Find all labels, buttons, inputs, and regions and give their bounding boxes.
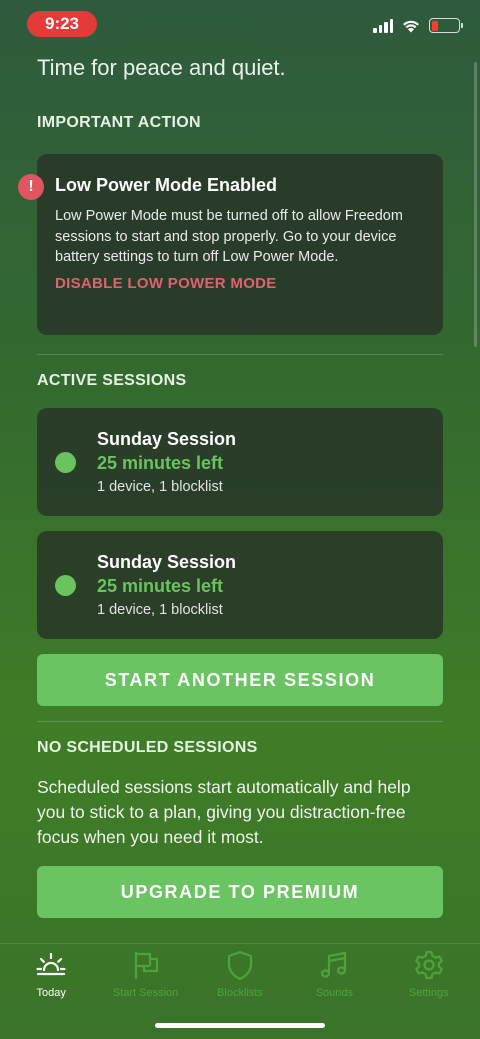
tagline: Time for peace and quiet.	[37, 55, 286, 80]
no-scheduled-sessions-title: NO SCHEDULED SESSIONS	[37, 739, 258, 756]
music-note-icon	[321, 951, 347, 978]
alert-icon: !	[18, 174, 44, 200]
session-card[interactable]: Sunday Session 25 minutes left 1 device,…	[37, 531, 443, 639]
wifi-icon	[403, 20, 419, 33]
session-active-indicator	[55, 574, 76, 596]
home-indicator[interactable]	[155, 1023, 325, 1028]
important-action-title: IMPORTANT ACTION	[37, 114, 201, 131]
scrollbar[interactable]	[474, 62, 477, 347]
active-sessions-title: ACTIVE SESSIONS	[37, 372, 187, 389]
main-content: Time for peace and quiet. IMPORTANT ACTI…	[18, 48, 443, 918]
divider	[37, 354, 443, 355]
tab-label: Today	[36, 987, 66, 999]
status-time[interactable]: 9:23	[27, 11, 97, 37]
disable-low-power-link[interactable]: DISABLE LOW POWER MODE	[55, 275, 425, 292]
tab-label: Settings	[408, 987, 449, 999]
status-bar: 9:23	[0, 0, 480, 48]
upgrade-to-premium-button[interactable]: UPGRADE TO PREMIUM	[37, 866, 443, 918]
tab-settings[interactable]: Settings	[383, 944, 475, 1039]
session-card[interactable]: Sunday Session 25 minutes left 1 device,…	[37, 408, 443, 516]
start-another-session-button[interactable]: START ANOTHER SESSION	[37, 654, 443, 706]
battery-icon	[429, 18, 463, 33]
flag-icon	[134, 952, 158, 979]
session-meta: 1 device, 1 blocklist	[97, 602, 223, 618]
session-time-left: 25 minutes left	[97, 576, 224, 596]
status-icons	[373, 18, 463, 33]
sun-horizon-icon	[36, 952, 66, 976]
session-name: Sunday Session	[97, 552, 237, 572]
tab-today[interactable]: Today	[5, 944, 97, 1039]
tab-label: Start Session	[112, 987, 179, 999]
cellular-signal-icon	[373, 18, 393, 33]
low-power-alert-card: ! Low Power Mode Enabled Low Power Mode …	[18, 154, 443, 335]
divider	[37, 721, 443, 722]
session-time-left: 25 minutes left	[97, 453, 224, 473]
alert-title: Low Power Mode Enabled	[55, 175, 278, 195]
gear-icon	[414, 950, 443, 980]
scheduled-description: Scheduled sessions start automatically a…	[37, 777, 411, 847]
session-name: Sunday Session	[97, 429, 237, 449]
session-active-indicator	[55, 451, 76, 473]
session-meta: 1 device, 1 blocklist	[97, 479, 223, 495]
tab-label: Sounds	[315, 987, 354, 999]
shield-icon	[227, 950, 253, 981]
tab-label: Blocklists	[217, 987, 263, 999]
alert-body: Low Power Mode must be turned off to all…	[55, 208, 403, 265]
